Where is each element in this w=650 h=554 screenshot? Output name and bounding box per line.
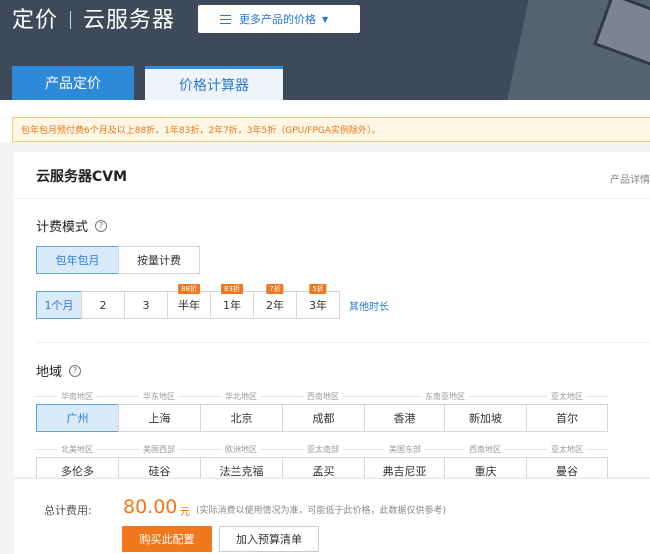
region-group-header: 西南地区 bbox=[444, 443, 526, 455]
help-icon[interactable]: ? bbox=[95, 219, 108, 232]
city-label: 北京 bbox=[230, 412, 253, 425]
price-disclaimer: (实际消费以使用情况为准，可能低于此价格，此数据仅供参考) bbox=[196, 506, 447, 516]
city-label: 重庆 bbox=[474, 465, 497, 478]
duration-half-year-button[interactable]: 88折 半年 bbox=[167, 284, 211, 319]
tab-price-calculator-label: 价格计算器 bbox=[179, 77, 249, 94]
region-group-header: 华东地区 bbox=[118, 390, 200, 402]
city-label: 孟买 bbox=[312, 465, 335, 478]
region-city-button[interactable]: 上海 bbox=[118, 404, 201, 432]
region-group-header: 亚太南部 bbox=[282, 443, 364, 455]
duration-3-button[interactable]: 3 bbox=[124, 291, 168, 319]
region-group-header: 美国西部 bbox=[118, 443, 200, 455]
duration-label: 3年 bbox=[309, 299, 327, 312]
duration-2-year-button[interactable]: 7折 2年 bbox=[253, 284, 297, 319]
city-label: 上海 bbox=[148, 412, 171, 425]
tab-product-pricing[interactable]: 产品定价 bbox=[12, 66, 134, 100]
region-city-button[interactable]: 新加坡 bbox=[444, 404, 527, 432]
divider bbox=[36, 342, 650, 343]
region-group-header: 华南地区 bbox=[36, 390, 118, 402]
city-label: 成都 bbox=[312, 412, 335, 425]
product-name: 云服务器CVM bbox=[36, 169, 128, 185]
city-label: 香港 bbox=[393, 412, 416, 425]
billing-mode-label: 计费模式 ? bbox=[36, 216, 108, 235]
region-group-header: 美国东部 bbox=[364, 443, 446, 455]
buy-config-button[interactable]: 购买此配置 bbox=[122, 526, 212, 552]
city-label: 法兰克福 bbox=[219, 465, 264, 478]
tab-product-pricing-label: 产品定价 bbox=[45, 76, 101, 92]
billing-prepaid-button[interactable]: 包年包月 bbox=[36, 246, 119, 274]
duration-label: 3 bbox=[142, 298, 150, 312]
tab-price-calculator[interactable]: 价格计算器 bbox=[145, 66, 283, 100]
discount-badge: 88折 bbox=[178, 284, 200, 294]
city-label: 弗吉尼亚 bbox=[382, 465, 427, 478]
add-to-budget-label: 加入预算清单 bbox=[236, 533, 302, 546]
region-group-header: 亚太地区 bbox=[526, 443, 608, 455]
duration-2-button[interactable]: 2 bbox=[81, 291, 125, 319]
duration-label: 1个月 bbox=[44, 299, 74, 312]
region-city-button[interactable]: 香港 bbox=[364, 404, 445, 432]
more-products-label: 更多产品的价格 bbox=[239, 13, 316, 26]
region-group-header: 西南地区 bbox=[282, 390, 364, 402]
region-city-button[interactable]: 广州 bbox=[36, 404, 119, 432]
region-label: 地域 ? bbox=[36, 361, 82, 380]
city-label: 多伦多 bbox=[61, 465, 94, 478]
total-bar bbox=[14, 478, 650, 554]
other-duration-link[interactable]: 其他时长 bbox=[349, 298, 389, 313]
city-label: 首尔 bbox=[556, 412, 578, 425]
more-products-button[interactable]: 更多产品的价格 ▼ bbox=[198, 5, 360, 33]
region-group-header: 欧洲地区 bbox=[200, 443, 282, 455]
header-banner: 定价 云服务器 更多产品的价格 ▼ 产品定价 价格计算器 bbox=[0, 0, 650, 100]
duration-label: 1年 bbox=[223, 299, 241, 312]
duration-3-year-button[interactable]: 5折 3年 bbox=[296, 284, 340, 319]
billing-postpaid-label: 按量计费 bbox=[137, 254, 181, 267]
region-city-button[interactable]: 成都 bbox=[282, 404, 365, 432]
list-icon bbox=[220, 14, 231, 24]
divider bbox=[14, 198, 650, 199]
region-group-header: 北美地区 bbox=[36, 443, 118, 455]
region-label-text: 地域 bbox=[36, 365, 63, 380]
duration-1-year-button[interactable]: 83折 1年 bbox=[210, 284, 254, 319]
duration-1-month-button[interactable]: 1个月 bbox=[36, 291, 82, 319]
city-label: 曼谷 bbox=[556, 465, 578, 478]
help-icon[interactable]: ? bbox=[69, 364, 82, 377]
discount-badge: 7折 bbox=[266, 284, 284, 294]
city-label: 新加坡 bbox=[469, 412, 502, 425]
title-divider bbox=[70, 11, 72, 29]
billing-prepaid-label: 包年包月 bbox=[55, 254, 100, 267]
region-city-button[interactable]: 北京 bbox=[200, 404, 283, 432]
region-group-header: 亚太地区 bbox=[526, 390, 608, 402]
region-group-header: 东南亚地区 bbox=[364, 390, 526, 402]
buy-config-label: 购买此配置 bbox=[139, 533, 195, 546]
title-left: 定价 bbox=[12, 8, 59, 33]
discount-badge: 83折 bbox=[221, 284, 243, 294]
billing-mode-label-text: 计费模式 bbox=[36, 220, 89, 235]
total-cost-label: 总计费用: bbox=[44, 504, 92, 517]
duration-label: 半年 bbox=[178, 299, 200, 312]
city-label: 硅谷 bbox=[148, 465, 171, 478]
discount-notice-text: 包年包月预付费6个月及以上88折，1年83折，2年7折，3年5折（GPU/FPG… bbox=[21, 126, 381, 136]
region-group-header: 华北地区 bbox=[200, 390, 282, 402]
product-detail-link[interactable]: 产品详情 bbox=[610, 171, 650, 186]
duration-label: 2年 bbox=[266, 299, 284, 312]
discount-notice: 包年包月预付费6个月及以上88折，1年83折，2年7折，3年5折（GPU/FPG… bbox=[12, 117, 650, 142]
billing-postpaid-button[interactable]: 按量计费 bbox=[118, 246, 200, 274]
caret-down-icon: ▼ bbox=[322, 14, 329, 24]
discount-badge: 5折 bbox=[309, 284, 327, 294]
city-label: 广州 bbox=[66, 412, 89, 425]
total-price: 80.00 bbox=[123, 496, 178, 518]
region-city-button[interactable]: 首尔 bbox=[526, 404, 608, 432]
price-unit: 元 bbox=[180, 507, 190, 518]
add-to-budget-button[interactable]: 加入预算清单 bbox=[219, 526, 319, 552]
title-right: 云服务器 bbox=[83, 8, 176, 33]
duration-label: 2 bbox=[99, 298, 107, 312]
page-title: 定价 云服务器 bbox=[12, 6, 175, 36]
